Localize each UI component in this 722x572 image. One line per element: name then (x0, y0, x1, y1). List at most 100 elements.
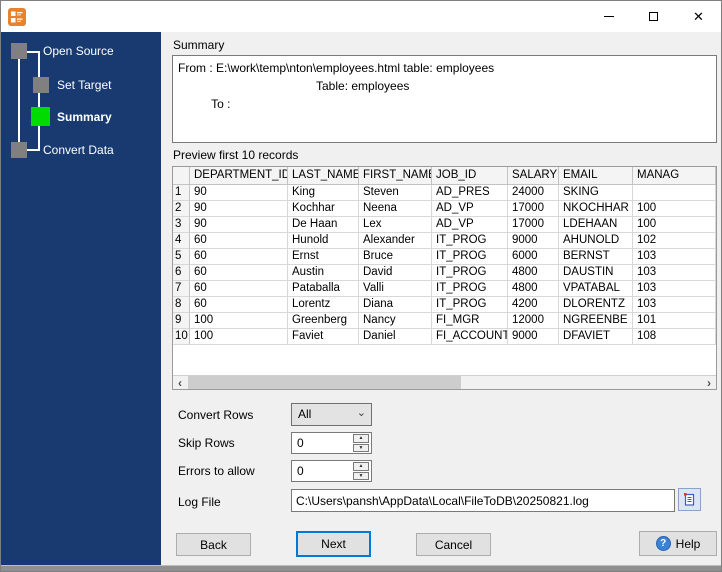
grid-body: 1 90 King Steven AD_PRES 24000 SKING 2 90 Kochhar… (173, 185, 716, 345)
convert-rows-value: All (298, 407, 312, 421)
table-cell: De Haan (288, 217, 359, 233)
row-number-cell: 2 (173, 201, 190, 217)
table-cell: Ernst (288, 249, 359, 265)
row-number-cell: 3 (173, 217, 190, 233)
sidebar-item-set-target: Set Target (57, 78, 112, 92)
cancel-button[interactable]: Cancel (416, 533, 491, 556)
minimize-icon (603, 16, 614, 17)
scrollbar-thumb[interactable] (188, 376, 461, 389)
spin-up-icon[interactable]: ▲ (353, 434, 369, 443)
summary-from-line: From : E:\work\temp\nton\employees.html … (178, 61, 495, 75)
minimize-button[interactable] (586, 1, 631, 32)
table-row[interactable]: 8 60 Lorentz Diana IT_PROG 4200 DLORENTZ 103 (173, 297, 716, 313)
table-cell: 60 (190, 297, 288, 313)
row-number-cell: 8 (173, 297, 190, 313)
table-cell: IT_PROG (432, 265, 508, 281)
main-panel: Summary From : E:\work\temp\nton\employe… (161, 32, 721, 565)
summary-to-label: To : (211, 97, 231, 111)
table-cell: 9000 (508, 233, 559, 249)
log-file-input[interactable] (291, 489, 675, 512)
row-number-cell: 9 (173, 313, 190, 329)
table-cell: NGREENBE (559, 313, 633, 329)
title-bar: ✕ (1, 1, 721, 32)
horizontal-scrollbar[interactable]: ‹ › (173, 375, 716, 389)
table-row[interactable]: 9 100 Greenberg Nancy FI_MGR 12000 NGREENBE 101 (173, 313, 716, 329)
table-cell: Kochhar (288, 201, 359, 217)
table-cell: Steven (359, 185, 432, 201)
table-cell: VPATABAL (559, 281, 633, 297)
table-cell: 17000 (508, 217, 559, 233)
table-cell: DFAVIET (559, 329, 633, 345)
scroll-left-icon[interactable]: ‹ (173, 376, 187, 390)
preview-grid: DEPARTMENT_ID LAST_NAME FIRST_NAME JOB_ID SA… (172, 166, 717, 390)
grid-column-header[interactable]: JOB_ID (432, 167, 508, 185)
table-cell: Austin (288, 265, 359, 281)
table-cell: FI_ACCOUNT (432, 329, 508, 345)
scroll-right-icon[interactable]: › (702, 376, 716, 390)
table-cell: 90 (190, 217, 288, 233)
table-cell: 103 (633, 297, 716, 313)
spin-down-icon[interactable]: ▼ (353, 443, 369, 452)
step-connector-right (38, 51, 40, 151)
table-cell: Hunold (288, 233, 359, 249)
table-cell: Bruce (359, 249, 432, 265)
skip-rows-label: Skip Rows (178, 436, 235, 450)
log-file-browse-button[interactable] (678, 488, 701, 511)
table-row[interactable]: 10 100 Faviet Daniel FI_ACCOUNT 9000 DFAVIET 10… (173, 329, 716, 345)
app-icon (8, 7, 26, 26)
table-row[interactable]: 1 90 King Steven AD_PRES 24000 SKING (173, 185, 716, 201)
grid-column-header[interactable]: DEPARTMENT_ID (190, 167, 288, 185)
table-row[interactable]: 2 90 Kochhar Neena AD_VP 17000 NKOCHHAR 100 (173, 201, 716, 217)
table-cell: DAUSTIN (559, 265, 633, 281)
grid-corner-cell (173, 167, 190, 185)
table-cell: Pataballa (288, 281, 359, 297)
errors-to-allow-label: Errors to allow (178, 464, 255, 478)
table-cell: Faviet (288, 329, 359, 345)
table-cell: 4800 (508, 281, 559, 297)
spin-up-icon[interactable]: ▲ (353, 462, 369, 471)
skip-rows-stepper[interactable]: 0 ▲ ▼ (291, 432, 372, 454)
table-cell: 9000 (508, 329, 559, 345)
table-row[interactable]: 4 60 Hunold Alexander IT_PROG 9000 AHUNOLD 102 (173, 233, 716, 249)
summary-section-label: Summary (173, 38, 225, 52)
grid-column-header[interactable]: SALARY (508, 167, 559, 185)
next-button[interactable]: Next (296, 531, 371, 557)
errors-to-allow-stepper[interactable]: 0 ▲ ▼ (291, 460, 372, 482)
table-cell: IT_PROG (432, 297, 508, 313)
table-row[interactable]: 5 60 Ernst Bruce IT_PROG 6000 BERNST 103 (173, 249, 716, 265)
help-button[interactable]: ? Help (639, 531, 717, 556)
table-row[interactable]: 3 90 De Haan Lex AD_VP 17000 LDEHAAN 100 (173, 217, 716, 233)
table-cell: FI_MGR (432, 313, 508, 329)
row-number-cell: 1 (173, 185, 190, 201)
spin-down-icon[interactable]: ▼ (353, 471, 369, 480)
grid-column-header[interactable]: MANAG (633, 167, 716, 185)
log-file-label: Log File (178, 495, 221, 509)
grid-column-header[interactable]: FIRST_NAME (359, 167, 432, 185)
grid-column-header[interactable]: LAST_NAME (288, 167, 359, 185)
summary-textbox[interactable]: From : E:\work\temp\nton\employees.html … (172, 55, 717, 143)
back-button[interactable]: Back (176, 533, 251, 556)
table-cell: 103 (633, 281, 716, 297)
table-cell: IT_PROG (432, 281, 508, 297)
table-cell: 24000 (508, 185, 559, 201)
table-cell: 100 (190, 313, 288, 329)
table-row[interactable]: 7 60 Pataballa Valli IT_PROG 4800 VPATABAL 103 (173, 281, 716, 297)
window-bottom-border (1, 565, 721, 571)
maximize-button[interactable] (631, 1, 676, 32)
table-cell: IT_PROG (432, 233, 508, 249)
grid-column-header[interactable]: EMAIL (559, 167, 633, 185)
chevron-down-icon: ⌄ (356, 407, 366, 419)
close-button[interactable]: ✕ (676, 1, 721, 32)
table-row[interactable]: 6 60 Austin David IT_PROG 4800 DAUSTIN 103 (173, 265, 716, 281)
grid-header-row: DEPARTMENT_ID LAST_NAME FIRST_NAME JOB_ID SA… (173, 167, 716, 185)
table-cell: Diana (359, 297, 432, 313)
table-cell: 90 (190, 185, 288, 201)
table-cell: 17000 (508, 201, 559, 217)
table-cell: Greenberg (288, 313, 359, 329)
convert-rows-select[interactable]: All ⌄ (291, 403, 372, 426)
sidebar-item-convert-data: Convert Data (43, 143, 114, 157)
table-cell: Lorentz (288, 297, 359, 313)
preview-section-label: Preview first 10 records (173, 148, 299, 162)
table-cell: 103 (633, 265, 716, 281)
table-cell: 4800 (508, 265, 559, 281)
